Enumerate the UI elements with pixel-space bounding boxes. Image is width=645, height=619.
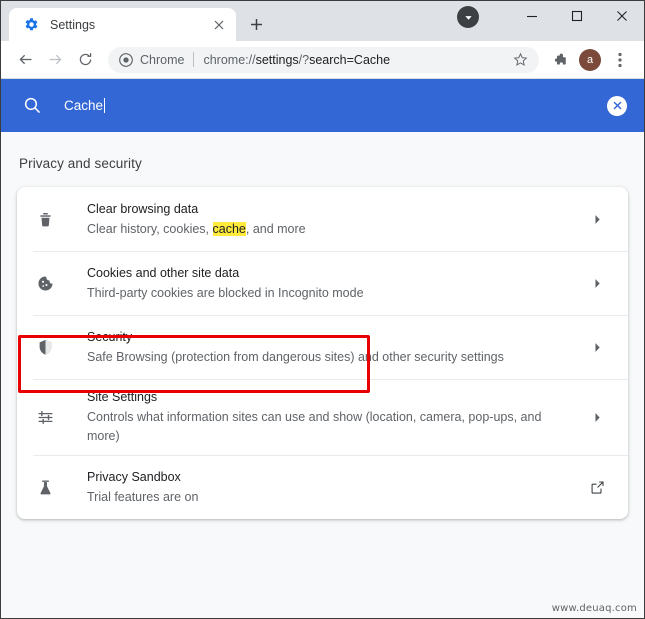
trash-icon — [33, 210, 57, 229]
maximize-icon[interactable] — [554, 1, 599, 31]
star-icon[interactable] — [509, 49, 531, 71]
row-text-block: Clear browsing data Clear history, cooki… — [87, 191, 576, 248]
three-dot-menu-icon[interactable] — [605, 45, 635, 75]
settings-gear-icon — [23, 17, 39, 33]
flask-icon — [33, 478, 57, 497]
row-text-block: Site Settings Controls what information … — [87, 379, 576, 455]
external-link-icon[interactable] — [584, 480, 610, 495]
search-match-highlight: cache — [212, 221, 246, 236]
row-subtitle: Controls what information sites can use … — [87, 410, 542, 443]
settings-row-clear-browsing-data[interactable]: Clear browsing data Clear history, cooki… — [17, 187, 628, 251]
chevron-right-icon[interactable] — [584, 278, 610, 289]
row-text-block: Security Safe Browsing (protection from … — [87, 319, 576, 376]
omnibox-separator — [193, 52, 195, 67]
settings-content: Privacy and security Clear browsing data… — [1, 132, 644, 618]
url-mid: /? — [298, 52, 310, 67]
omnibox-url: chrome://settings/?search=Cache — [203, 53, 509, 67]
text-caret — [104, 98, 106, 113]
row-subtitle: Clear history, cookies, cache, and more — [87, 220, 576, 239]
browser-toolbar: Chrome chrome://settings/?search=Cache a — [1, 41, 644, 79]
chevron-right-icon[interactable] — [584, 412, 610, 423]
clear-circle-icon[interactable] — [607, 95, 627, 116]
search-icon — [23, 96, 42, 115]
cookie-icon — [33, 274, 57, 293]
browser-window: Settings Chrome chrome://settings/?searc… — [0, 0, 645, 619]
avatar[interactable]: a — [579, 48, 601, 71]
tab-settings[interactable]: Settings — [9, 8, 236, 41]
row-subtitle-before: Clear history, cookies, — [87, 221, 213, 236]
row-subtitle: Trial features are on — [87, 489, 199, 504]
settings-card: Clear browsing data Clear history, cooki… — [17, 187, 628, 519]
page-title: Privacy and security — [19, 156, 142, 171]
chevron-right-icon[interactable] — [584, 342, 610, 353]
watermark: www.deuaq.com — [551, 603, 637, 614]
chrome-logo-icon — [119, 52, 133, 67]
chevron-right-icon[interactable] — [584, 214, 610, 225]
row-subtitle-after: , and more — [245, 221, 306, 236]
url-prefix: chrome:// — [203, 52, 256, 67]
url-query: search=Cache — [309, 52, 391, 67]
tab-strip: Settings — [1, 1, 644, 41]
download-chevron-icon[interactable] — [457, 6, 479, 28]
close-tab-icon[interactable] — [210, 16, 228, 34]
settings-row-security[interactable]: Security Safe Browsing (protection from … — [17, 315, 628, 379]
minimize-icon[interactable] — [509, 1, 554, 31]
row-subtitle: Third-party cookies are blocked in Incog… — [87, 285, 364, 300]
back-arrow-icon[interactable] — [10, 45, 40, 75]
row-title: Cookies and other site data — [87, 265, 240, 280]
tune-sliders-icon — [33, 408, 57, 427]
shield-icon — [33, 338, 57, 357]
omnibox-chip-label: Chrome — [140, 52, 185, 67]
row-title: Site Settings — [87, 390, 158, 404]
search-input-value: Cache — [64, 98, 104, 113]
settings-search-bar[interactable]: Cache — [1, 79, 644, 132]
row-title: Privacy Sandbox — [87, 469, 181, 484]
tab-title: Settings — [50, 17, 96, 32]
window-controls-group — [457, 1, 644, 41]
forward-arrow-icon — [40, 45, 70, 75]
new-tab-button[interactable] — [242, 10, 270, 38]
address-bar[interactable]: Chrome chrome://settings/?search=Cache — [108, 46, 539, 73]
reload-icon[interactable] — [70, 45, 100, 75]
row-subtitle: Safe Browsing (protection from dangerous… — [87, 349, 504, 364]
settings-row-cookies[interactable]: Cookies and other site data Third-party … — [17, 251, 628, 315]
row-title: Clear browsing data — [87, 201, 199, 216]
settings-row-site-settings[interactable]: Site Settings Controls what information … — [17, 379, 628, 455]
row-text-block: Cookies and other site data Third-party … — [87, 255, 576, 312]
row-text-block: Privacy Sandbox Trial features are on — [87, 459, 576, 516]
url-domain: settings — [255, 52, 299, 67]
search-input[interactable]: Cache — [64, 98, 607, 113]
row-title: Security — [87, 329, 133, 344]
close-icon[interactable] — [599, 1, 644, 31]
puzzle-piece-icon[interactable] — [545, 45, 575, 75]
settings-row-privacy-sandbox[interactable]: Privacy Sandbox Trial features are on — [17, 455, 628, 519]
